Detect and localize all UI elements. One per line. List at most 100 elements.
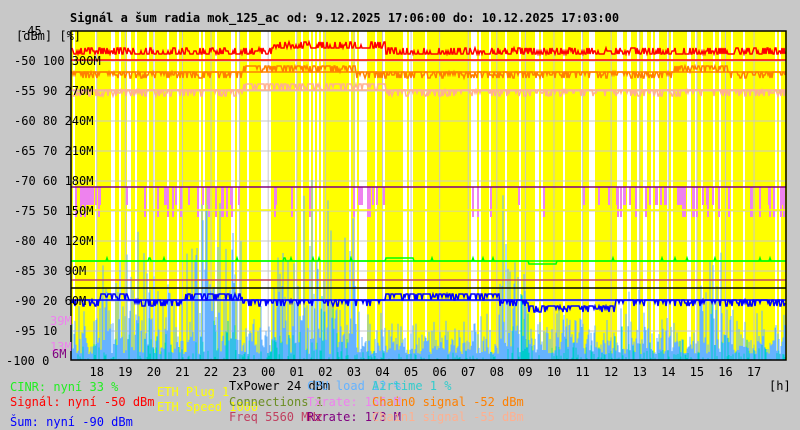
- eth-plug-stripe: [155, 31, 157, 360]
- x-tick-label: 04: [375, 365, 389, 379]
- eth-plug-stripe: [379, 31, 381, 360]
- eth-plug-stripe: [447, 31, 449, 360]
- eth-plug-stripe: [573, 31, 575, 360]
- eth-plug-stripe: [151, 31, 153, 360]
- legend-chain1: Chain1 signal -55 dBm: [372, 410, 524, 424]
- x-tick-label: 23: [232, 365, 246, 379]
- eth-plug-stripe: [441, 31, 443, 360]
- eth-plug-stripe: [605, 31, 607, 360]
- eth-plug-stripe: [407, 31, 409, 360]
- x-tick-label: 21: [175, 365, 189, 379]
- eth-plug-stripe: [399, 31, 401, 360]
- eth-plug-stripe: [777, 31, 779, 360]
- eth-plug-stripe: [251, 31, 253, 360]
- x-tick-label: 03: [347, 365, 361, 379]
- eth-plug-stripe: [469, 31, 471, 360]
- eth-plug-stripe: [453, 31, 455, 360]
- eth-plug-stripe: [421, 31, 423, 360]
- eth-plug-stripe: [433, 31, 435, 360]
- x-tick-label: 02: [318, 365, 332, 379]
- eth-plug-stripe: [455, 31, 457, 360]
- eth-plug-stripe: [595, 31, 597, 360]
- x-tick-label: 06: [432, 365, 446, 379]
- eth-plug-stripe: [487, 31, 489, 360]
- eth-plug-stripe: [451, 31, 453, 360]
- eth-plug-stripe: [393, 31, 395, 360]
- x-tick-label: 19: [118, 365, 132, 379]
- x-tick-label: 18: [89, 365, 103, 379]
- eth-plug-stripe: [737, 31, 739, 360]
- eth-plug-stripe: [575, 31, 577, 360]
- eth-plug-stripe: [577, 31, 579, 360]
- eth-plug-stripe: [579, 31, 581, 360]
- y-tick-label: -55 90 270M: [14, 84, 93, 98]
- x-tick-label: 13: [632, 365, 646, 379]
- eth-plug-stripe: [745, 31, 747, 360]
- eth-plug-stripe: [735, 31, 737, 360]
- eth-plug-stripe: [449, 31, 451, 360]
- eth-plug-stripe: [571, 31, 573, 360]
- eth-plug-stripe: [429, 31, 431, 360]
- legend-airtime: Airtime 1 %: [372, 379, 452, 393]
- eth-plug-stripe: [391, 31, 393, 360]
- eth-plug-stripe: [417, 31, 419, 360]
- x-tick-label: 20: [147, 365, 161, 379]
- eth-plug-stripe: [387, 31, 389, 360]
- eth-plug-stripe: [445, 31, 447, 360]
- y-axis-units: [dBm] [%]: [16, 29, 81, 43]
- eth-plug-stripe: [341, 31, 343, 360]
- eth-plug-stripe: [465, 31, 467, 360]
- eth-plug-stripe: [459, 31, 461, 360]
- y-tick-label: -85 30 90M: [14, 264, 86, 278]
- eth-plug-stripe: [457, 31, 459, 360]
- legend-eth-plug: ETH Plug 1: [157, 385, 230, 399]
- y-tick-label: -75 50 150M: [14, 204, 93, 218]
- eth-plug-stripe: [761, 31, 763, 360]
- eth-plug-stripe: [673, 31, 675, 360]
- eth-plug-stripe: [413, 31, 415, 360]
- eth-plug-stripe: [255, 31, 257, 360]
- eth-plug-stripe: [771, 31, 773, 360]
- eth-plug-stripe: [395, 31, 397, 360]
- eth-plug-stripe: [757, 31, 759, 360]
- eth-plug-stripe: [633, 31, 635, 360]
- eth-plug-stripe: [641, 31, 643, 360]
- eth-plug-stripe: [299, 31, 301, 360]
- eth-plug-stripe: [603, 31, 605, 360]
- x-tick-label: 11: [575, 365, 589, 379]
- eth-plug-stripe: [415, 31, 417, 360]
- eth-plug-stripe: [461, 31, 463, 360]
- legend-chain0: Chain0 signal -52 dBm: [372, 395, 524, 409]
- x-tick-label: 22: [204, 365, 218, 379]
- eth-plug-stripe: [551, 31, 553, 360]
- eth-plug-stripe: [397, 31, 399, 360]
- eth-plug-stripe: [389, 31, 391, 360]
- x-tick-label: 05: [404, 365, 418, 379]
- eth-plug-stripe: [347, 31, 349, 360]
- x-axis-unit: [h]: [769, 379, 791, 393]
- x-tick-label: 12: [604, 365, 618, 379]
- y-tick-label-rate: 6M: [52, 347, 66, 361]
- eth-plug-stripe: [419, 31, 421, 360]
- eth-plug-stripe: [183, 31, 185, 360]
- eth-plug-stripe: [765, 31, 767, 360]
- x-tick-label: 01: [290, 365, 304, 379]
- eth-plug-stripe: [675, 31, 677, 360]
- eth-plug-stripe: [631, 31, 633, 360]
- y-tick-label: -60 80 240M: [14, 114, 93, 128]
- eth-plug-stripe: [385, 31, 387, 360]
- eth-plug-stripe: [741, 31, 743, 360]
- eth-plug-stripe: [747, 31, 749, 360]
- eth-plug-stripe: [401, 31, 403, 360]
- eth-plug-stripe: [481, 31, 483, 360]
- eth-plug-stripe: [739, 31, 741, 360]
- eth-plug-stripe: [653, 31, 655, 360]
- eth-plug-stripe: [763, 31, 765, 360]
- legend-noise: Šum: nyní -90 dBm: [10, 415, 133, 429]
- eth-plug-stripe: [243, 31, 245, 360]
- eth-plug-stripe: [139, 31, 141, 360]
- y-tick-label: -70 60 180M: [14, 174, 93, 188]
- x-tick-label: 14: [661, 365, 675, 379]
- eth-plug-stripe: [257, 31, 259, 360]
- eth-plug-stripe: [531, 31, 533, 360]
